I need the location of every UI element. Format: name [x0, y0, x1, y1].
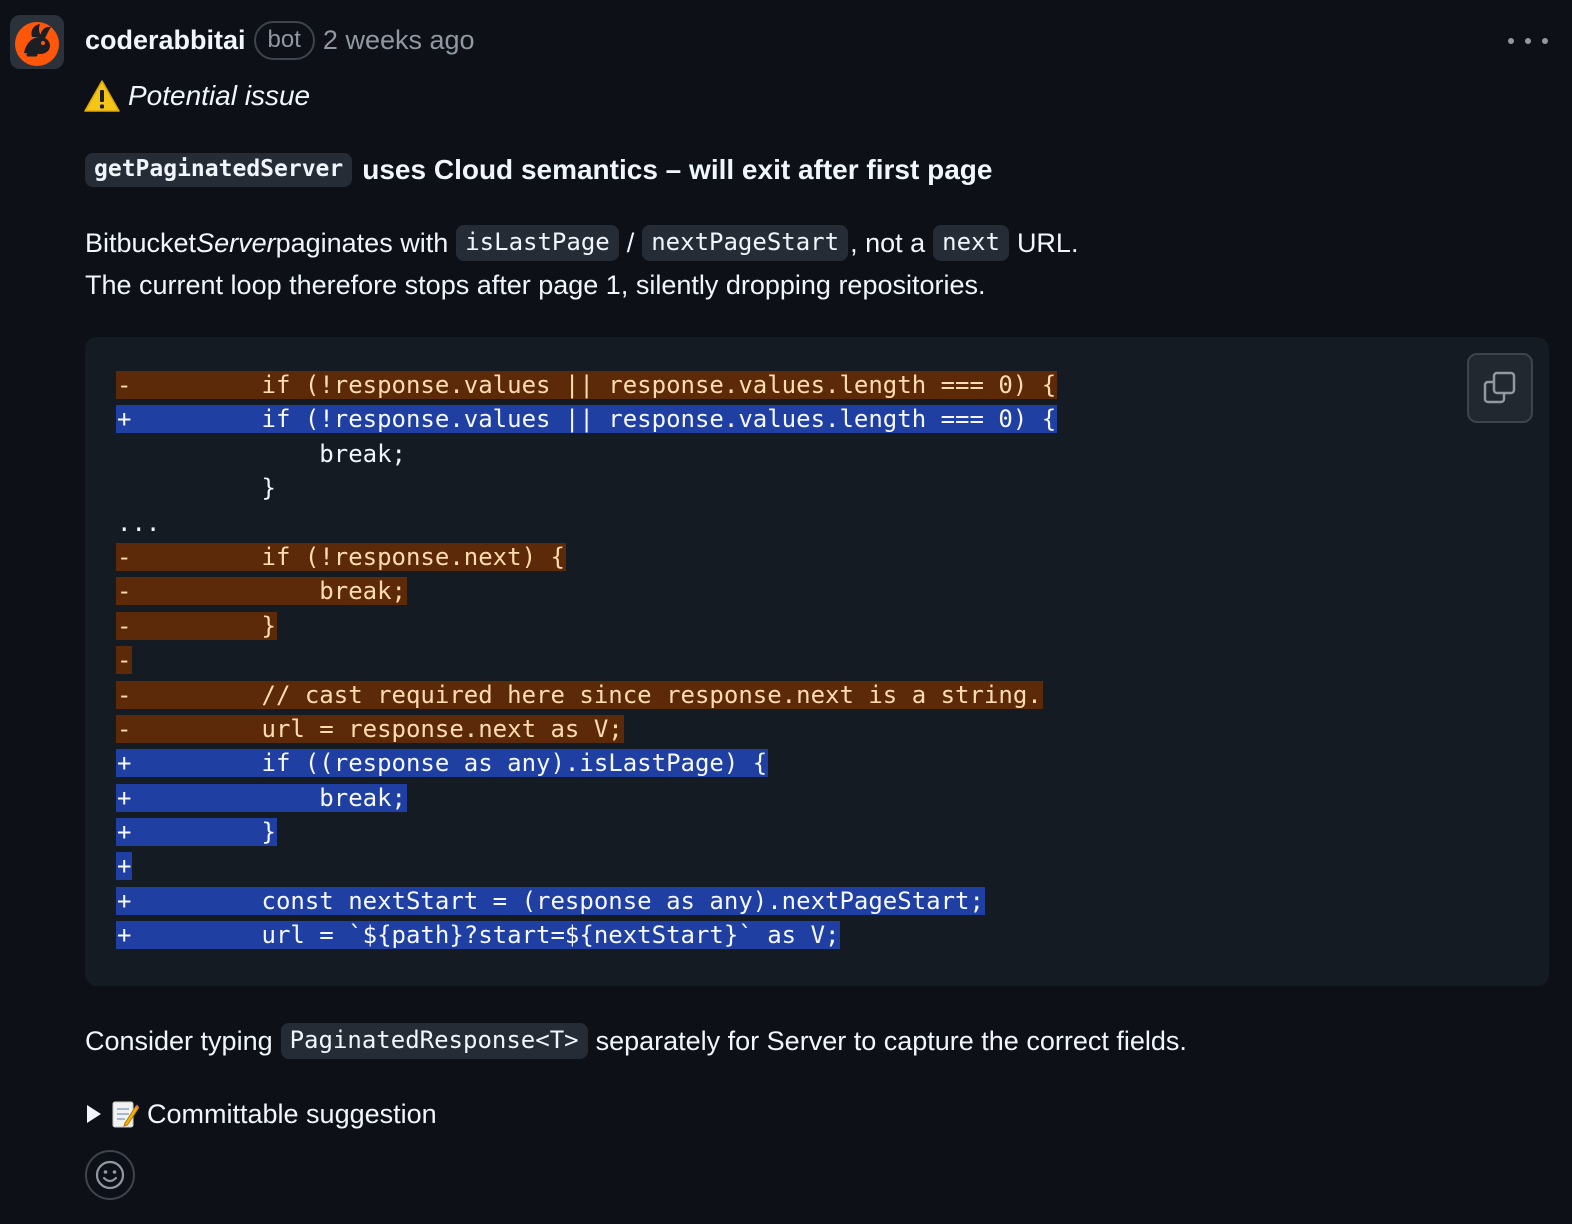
diff-line-text: + url = `${path}?start=${nextStart}` as … — [116, 921, 841, 950]
diff-line-added: + } — [116, 815, 1057, 849]
para-text: Bitbucket — [85, 227, 197, 258]
diff-line-text: - // cast required here since response.n… — [116, 680, 1043, 709]
diff-line-text: - url = response.next as V; — [116, 714, 624, 743]
diff-line-text: + — [116, 852, 133, 881]
issue-heading: getPaginatedServer uses Cloud semantics … — [85, 148, 992, 192]
comment-timestamp[interactable]: 2 weeks ago — [323, 25, 475, 56]
para-emphasis: Server — [196, 227, 276, 258]
kebab-menu-icon[interactable] — [1508, 26, 1548, 56]
diff-line-removed: - // cast required here since response.n… — [116, 678, 1057, 712]
diff-line-added: + break; — [116, 781, 1057, 815]
diff-line-text: + const nextStart = (response as any).ne… — [116, 886, 985, 915]
diff-line-text: + break; — [116, 783, 407, 812]
diff-line-text: - } — [116, 611, 277, 640]
inline-code-function: getPaginatedServer — [85, 153, 353, 187]
diff-line-text: + if (!response.values || response.value… — [116, 405, 1058, 434]
inline-code-islastpage: isLastPage — [456, 225, 619, 261]
diff-line-removed: - if (!response.next) { — [116, 540, 1057, 574]
diff-line-added: + — [116, 849, 1057, 883]
diff-line-text: } — [117, 474, 276, 503]
paragraph-explanation: Bitbucket Server paginates with isLastPa… — [85, 223, 1078, 263]
diff-lines: - if (!response.values || response.value… — [116, 368, 1058, 953]
diff-line-text: - if (!response.next) { — [116, 542, 566, 571]
para-text: URL. — [1016, 227, 1079, 258]
diff-line-context: ... — [116, 506, 1057, 540]
issue-label-row: Potential issue — [84, 76, 310, 116]
triangle-right-icon — [87, 1105, 101, 1123]
inline-code-nextpagestart: nextPageStart — [642, 225, 849, 261]
diff-line-added: + const nextStart = (response as any).ne… — [116, 884, 1057, 918]
memo-icon — [112, 1101, 139, 1128]
paragraph-suggestion: Consider typing PaginatedResponse<T> sep… — [85, 1021, 1187, 1061]
committable-suggestion-label: Committable suggestion — [147, 1098, 437, 1129]
diff-line-removed: - — [116, 643, 1057, 677]
diff-line-removed: - if (!response.values || response.value… — [116, 368, 1058, 402]
diff-line-text: + if ((response as any).isLastPage) { — [116, 749, 769, 778]
diff-code-block: - if (!response.values || response.value… — [85, 337, 1549, 986]
diff-line-text: + } — [116, 818, 277, 847]
inline-code-paginatedresponse: PaginatedResponse<T> — [280, 1023, 588, 1059]
diff-line-removed: - url = response.next as V; — [116, 712, 1057, 746]
smiley-icon — [95, 1160, 125, 1190]
diff-line-text: - break; — [116, 577, 407, 606]
diff-line-removed: - } — [116, 609, 1057, 643]
diff-line-added: + if (!response.values || response.value… — [116, 402, 1058, 436]
diff-line-text: ... — [117, 508, 161, 537]
bot-badge: bot — [253, 20, 315, 60]
heading-text: uses Cloud semantics – will exit after f… — [362, 154, 993, 185]
author-name[interactable]: coderabbitai — [85, 25, 246, 56]
diff-line-text: - if (!response.values || response.value… — [116, 371, 1058, 399]
committable-suggestion-toggle[interactable]: Committable suggestion — [85, 1094, 437, 1134]
diff-line-added: + if ((response as any).isLastPage) { — [116, 746, 1057, 780]
para-text: separately for Server to capture the cor… — [595, 1025, 1187, 1056]
para-text: , not a — [850, 227, 926, 258]
warning-icon — [84, 80, 120, 112]
avatar[interactable] — [10, 15, 64, 69]
diff-line-added: + url = `${path}?start=${nextStart}` as … — [116, 918, 1057, 952]
add-reaction-button[interactable] — [85, 1150, 135, 1200]
paragraph-consequence: The current loop therefore stops after p… — [85, 269, 986, 300]
comment-header: coderabbitai bot 2 weeks ago — [85, 18, 475, 62]
copy-button[interactable] — [1467, 353, 1533, 423]
issue-label: Potential issue — [128, 80, 311, 111]
para-text: paginates with — [275, 227, 449, 258]
diff-line-context: } — [116, 471, 1057, 505]
para-text: / — [626, 227, 635, 258]
diff-line-context: break; — [116, 437, 1057, 471]
diff-line-text: break; — [117, 439, 406, 468]
coderabbit-logo-icon — [15, 22, 59, 66]
para-text: Consider typing — [85, 1025, 273, 1056]
inline-code-next: next — [933, 225, 1009, 261]
copy-icon — [1483, 371, 1516, 404]
diff-line-removed: - break; — [116, 574, 1057, 608]
diff-line-text: - — [116, 646, 133, 675]
